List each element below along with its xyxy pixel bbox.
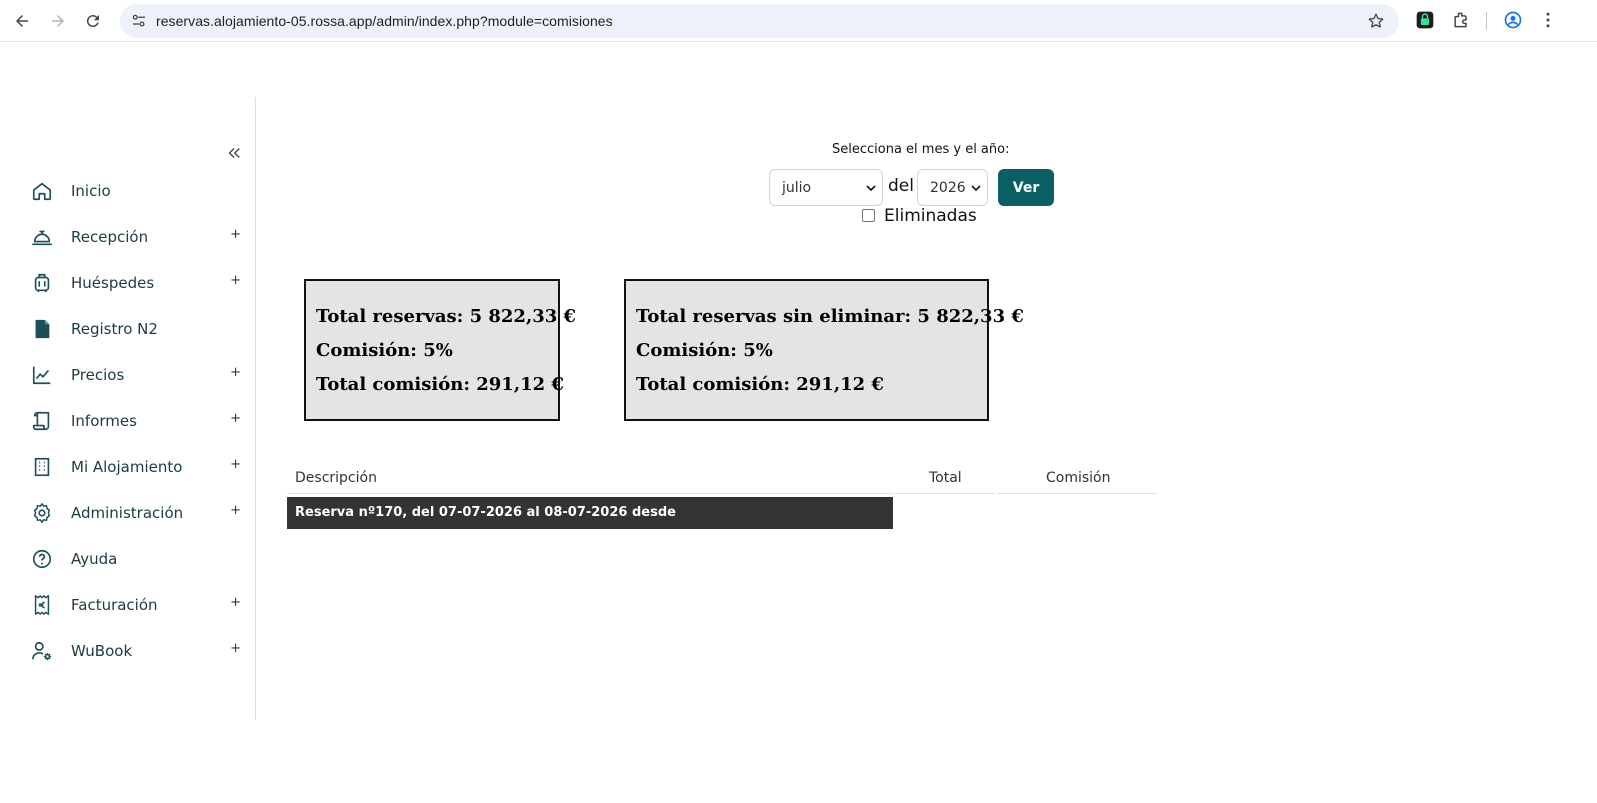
month-select-value: julio xyxy=(782,179,812,196)
gear-icon xyxy=(30,501,54,525)
extensions-puzzle-icon[interactable] xyxy=(1451,10,1471,30)
sidebar-item-informes[interactable]: Informes + xyxy=(30,406,245,436)
reception-bell-icon xyxy=(30,225,54,249)
expand-plus-icon[interactable]: + xyxy=(230,227,241,242)
back-button[interactable] xyxy=(9,8,35,34)
expand-plus-icon[interactable]: + xyxy=(230,411,241,426)
sidebar-item-label: WuBook xyxy=(71,642,133,660)
sidebar: Inicio Recepción + Huéspedes + Registro … xyxy=(0,97,256,720)
help-circle-icon xyxy=(30,547,54,571)
sidebar-item-wubook[interactable]: WuBook + xyxy=(30,636,245,666)
total-comision-text: Total comisión: 291,12 € xyxy=(636,374,884,395)
sidebar-item-mi-alojamiento[interactable]: Mi Alojamiento + xyxy=(30,452,245,482)
sidebar-item-label: Registro N2 xyxy=(71,320,158,338)
reload-icon xyxy=(86,15,99,28)
eliminadas-checkbox[interactable] xyxy=(862,209,875,222)
luggage-icon xyxy=(30,271,54,295)
sidebar-item-label: Facturación xyxy=(71,596,158,614)
collapse-sidebar-icon[interactable] xyxy=(225,144,243,162)
toolbar-separator xyxy=(1486,12,1487,30)
browser-menu-icon[interactable] xyxy=(1538,10,1558,30)
sidebar-item-recepcion[interactable]: Recepción + xyxy=(30,222,245,252)
ver-button[interactable]: Ver xyxy=(998,169,1054,206)
month-select[interactable]: julio xyxy=(769,169,883,206)
csv-file-icon xyxy=(30,317,54,341)
sidebar-item-label: Ayuda xyxy=(71,550,118,568)
sidebar-item-label: Recepción xyxy=(71,228,149,246)
forward-button[interactable] xyxy=(45,8,71,34)
sidebar-item-registro-n2[interactable]: Registro N2 xyxy=(30,314,245,344)
sidebar-item-administracion[interactable]: Administración + xyxy=(30,498,245,528)
total-reservas-text: Total reservas: 5 822,33 € xyxy=(316,306,577,327)
connector-text: del xyxy=(888,176,914,196)
table-header-comision: Comisión xyxy=(1046,470,1111,486)
sidebar-item-ayuda[interactable]: Ayuda xyxy=(30,544,245,574)
sidebar-item-huespedes[interactable]: Huéspedes + xyxy=(30,268,245,298)
forward-arrow-icon xyxy=(52,15,64,27)
expand-plus-icon[interactable]: + xyxy=(230,273,241,288)
sidebar-item-label: Huéspedes xyxy=(71,274,155,292)
sidebar-item-label: Inicio xyxy=(71,182,111,200)
year-select[interactable]: 2026 xyxy=(917,169,988,206)
browser-toolbar: reservas.alojamiento-05.rossa.app/admin/… xyxy=(0,0,1597,42)
chevron-down-icon xyxy=(971,185,981,192)
url-text[interactable]: reservas.alojamiento-05.rossa.app/admin/… xyxy=(156,13,613,29)
bookmark-star-icon[interactable] xyxy=(1367,12,1385,30)
expand-plus-icon[interactable]: + xyxy=(230,457,241,472)
site-settings-icon[interactable] xyxy=(130,12,148,30)
year-select-value: 2026 xyxy=(930,179,966,196)
summary-box-total: Total reservas: 5 822,33 € Comisión: 5% … xyxy=(304,279,576,421)
table-header-divider xyxy=(997,493,1157,494)
line-chart-icon xyxy=(30,363,54,387)
password-manager-extension-icon[interactable] xyxy=(1415,10,1435,30)
eliminadas-label[interactable]: Eliminadas xyxy=(884,206,977,226)
table-row[interactable]: Reserva nº170, del 07-07-2026 al 08-07-2… xyxy=(287,497,893,529)
expand-plus-icon[interactable]: + xyxy=(230,503,241,518)
comision-text: Comisión: 5% xyxy=(636,340,773,361)
sidebar-item-label: Informes xyxy=(71,412,137,430)
summary-box-sin-eliminar: Total reservas sin eliminar: 5 822,33 € … xyxy=(624,279,1024,421)
table-header-divider xyxy=(895,493,995,494)
home-icon xyxy=(30,179,54,203)
scroll-icon xyxy=(30,409,54,433)
total-reservas-sin-eliminar-text: Total reservas sin eliminar: 5 822,33 € xyxy=(636,306,1024,327)
total-comision-text: Total comisión: 291,12 € xyxy=(316,374,564,395)
table-header-divider xyxy=(287,493,893,494)
reservation-description: Reserva nº170, del 07-07-2026 al 08-07-2… xyxy=(295,505,676,520)
table-header-total: Total xyxy=(929,470,962,486)
sidebar-item-facturacion[interactable]: Facturación + xyxy=(30,590,245,620)
reload-button[interactable] xyxy=(80,8,106,34)
expand-plus-icon[interactable]: + xyxy=(230,641,241,656)
sidebar-item-label: Administración xyxy=(71,504,184,522)
address-bar[interactable]: reservas.alojamiento-05.rossa.app/admin/… xyxy=(120,4,1399,38)
chevron-down-icon xyxy=(866,185,876,192)
filter-label: Selecciona el mes y el año: xyxy=(832,142,1010,157)
sidebar-item-label: Precios xyxy=(71,366,125,384)
euro-receipt-icon xyxy=(30,593,54,617)
profile-avatar-icon[interactable] xyxy=(1503,10,1523,30)
user-gear-icon xyxy=(30,639,54,663)
sidebar-item-inicio[interactable]: Inicio xyxy=(30,176,245,206)
table-header-descripcion: Descripción xyxy=(295,470,377,486)
back-arrow-icon xyxy=(16,15,28,27)
expand-plus-icon[interactable]: + xyxy=(230,365,241,380)
building-icon xyxy=(30,455,54,479)
sidebar-item-precios[interactable]: Precios + xyxy=(30,360,245,390)
sidebar-item-label: Mi Alojamiento xyxy=(71,458,183,476)
comision-text: Comisión: 5% xyxy=(316,340,453,361)
expand-plus-icon[interactable]: + xyxy=(230,595,241,610)
